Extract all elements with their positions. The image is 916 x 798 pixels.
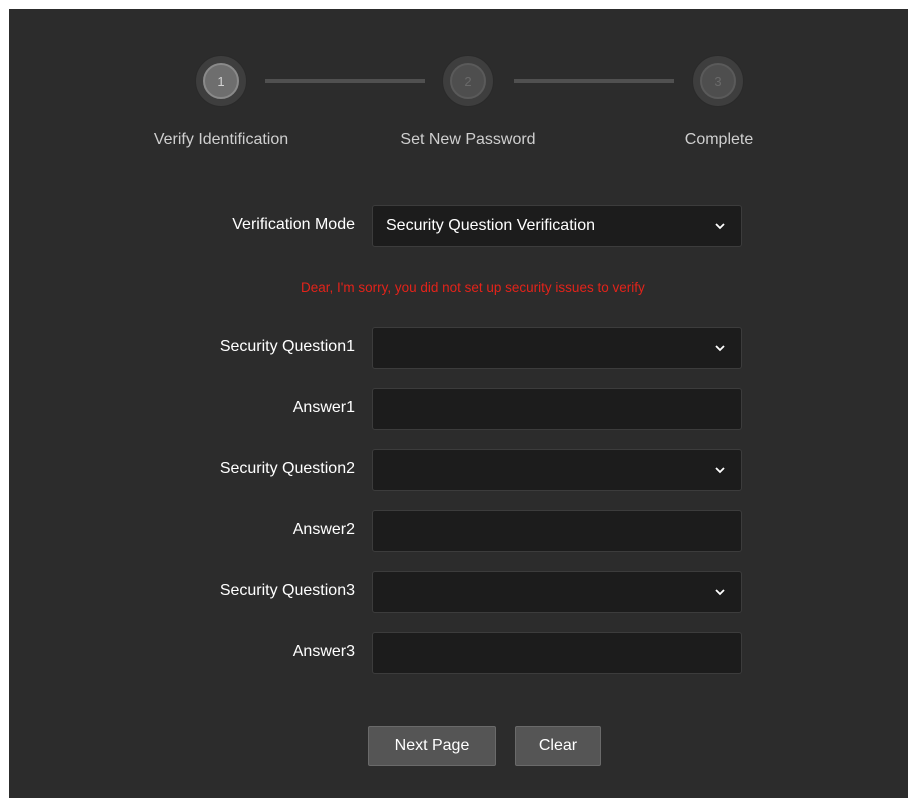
step-2-number: 2 — [450, 63, 486, 99]
answer-1-field — [372, 388, 742, 430]
step-1-circle: 1 — [195, 55, 247, 107]
answer-3-input[interactable] — [373, 633, 741, 673]
answer-2-input[interactable] — [373, 511, 741, 551]
step-3-number: 3 — [700, 63, 736, 99]
clear-button[interactable]: Clear — [515, 726, 601, 766]
step-3-label: Complete — [684, 131, 754, 148]
verification-mode-label: Verification Mode — [232, 216, 355, 233]
error-message: Dear, I'm sorry, you did not set up secu… — [301, 280, 645, 295]
answer-2-field — [372, 510, 742, 552]
security-question-3-select[interactable] — [372, 571, 742, 613]
chevron-down-icon — [715, 345, 725, 352]
verification-mode-select[interactable]: Security Question Verification — [372, 205, 742, 247]
step-1-number: 1 — [203, 63, 239, 99]
answer-3-label: Answer3 — [292, 643, 355, 660]
step-connector-1 — [265, 79, 425, 83]
step-2-label: Set New Password — [400, 131, 536, 148]
step-3-circle: 3 — [692, 55, 744, 107]
next-page-button[interactable]: Next Page — [368, 726, 496, 766]
step-2-circle: 2 — [442, 55, 494, 107]
security-question-3-label: Security Question3 — [219, 582, 355, 599]
security-question-2-label: Security Question2 — [219, 460, 355, 477]
chevron-down-icon — [715, 467, 725, 474]
step-connector-2 — [514, 79, 674, 83]
security-question-2-select[interactable] — [372, 449, 742, 491]
answer-3-field — [372, 632, 742, 674]
answer-1-input[interactable] — [373, 389, 741, 429]
security-question-1-select[interactable] — [372, 327, 742, 369]
answer-2-label: Answer2 — [292, 521, 355, 538]
chevron-down-icon — [715, 589, 725, 596]
verification-mode-value: Security Question Verification — [386, 217, 595, 234]
step-1-label: Verify Identification — [153, 131, 289, 148]
chevron-down-icon — [715, 223, 725, 230]
answer-1-label: Answer1 — [292, 399, 355, 416]
security-question-1-label: Security Question1 — [219, 338, 355, 355]
